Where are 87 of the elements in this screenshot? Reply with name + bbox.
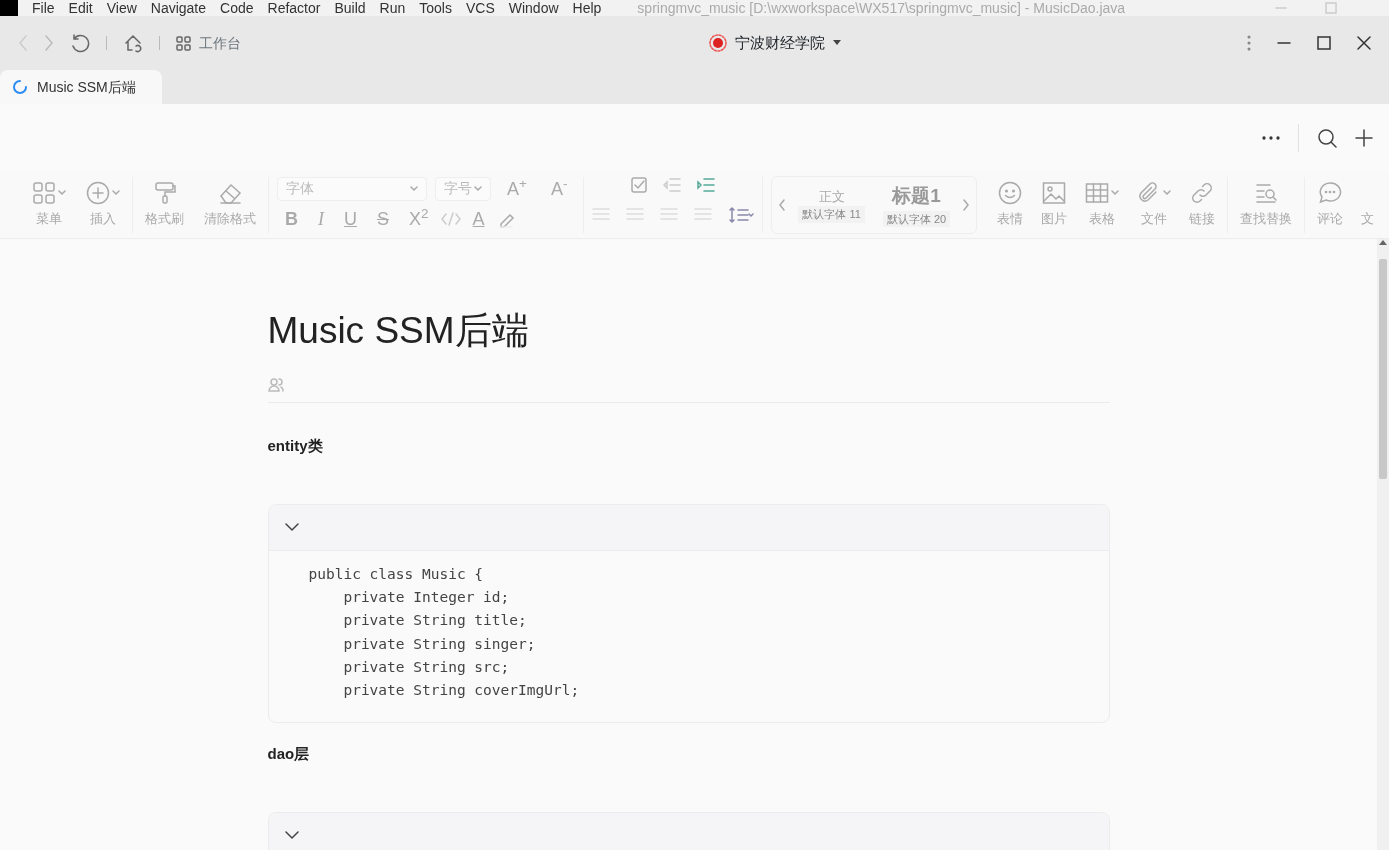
image-icon <box>1042 180 1067 205</box>
more-icon[interactable] <box>1262 135 1280 140</box>
workbench-button[interactable]: 工作台 <box>176 32 241 54</box>
chevron-down-icon[interactable] <box>284 522 299 533</box>
search-icon[interactable] <box>1317 127 1337 148</box>
outdent-icon[interactable] <box>663 176 682 193</box>
font-select[interactable]: 字体 <box>277 176 427 201</box>
menu-item[interactable]: Refactor <box>267 1 321 15</box>
code-line: private String src; <box>342 657 510 677</box>
collaborators-icon[interactable] <box>267 377 284 392</box>
indent-icon[interactable] <box>697 176 716 193</box>
toolbar-button[interactable]: 评论 <box>1313 180 1348 229</box>
caret-down-icon <box>58 189 66 196</box>
menu-item[interactable]: Run <box>379 1 406 15</box>
menu-item[interactable]: File <box>32 1 55 15</box>
font-size-button[interactable]: A$^{+}$ <box>499 176 535 201</box>
link-icon <box>1190 180 1215 205</box>
menu-item[interactable]: Help <box>572 1 602 15</box>
format-button[interactable]: I <box>310 206 332 231</box>
line-spacing-icon[interactable] <box>728 206 755 223</box>
toolbar-button[interactable]: 清除格式 <box>200 180 260 229</box>
paint-roller-icon <box>152 180 177 205</box>
add-icon[interactable] <box>1355 128 1373 147</box>
document-tab[interactable]: Music SSM后端 <box>0 70 162 104</box>
code-line: private String title; <box>342 611 527 631</box>
font-size-select[interactable]: 字号 <box>435 176 491 201</box>
document-title: Music SSM后端 <box>267 309 530 353</box>
toolbar-button[interactable]: 表格 <box>1081 180 1124 229</box>
menu-item[interactable]: View <box>106 1 137 15</box>
menu-item[interactable]: Build <box>334 1 366 15</box>
menu-item[interactable]: Window <box>508 1 559 15</box>
toolbar-button[interactable]: 插入 <box>82 180 124 229</box>
code-icon[interactable] <box>440 211 461 226</box>
close-icon[interactable] <box>1357 36 1371 50</box>
toolbar-button[interactable]: 查找替换 <box>1236 180 1297 229</box>
grid-icon <box>32 180 56 205</box>
toolbar-button[interactable]: 图片 <box>1037 180 1072 229</box>
refresh-icon[interactable] <box>70 33 90 53</box>
menu-item[interactable]: Edit <box>68 1 93 15</box>
format-button[interactable]: X$^{2}$ <box>401 206 437 231</box>
format-button[interactable]: S <box>369 206 397 231</box>
section-heading: entity类 <box>267 436 324 457</box>
toolbar-button[interactable]: 菜单 <box>28 180 70 229</box>
back-icon[interactable] <box>18 35 28 51</box>
emoji-icon <box>998 180 1023 205</box>
grid-icon <box>176 35 191 51</box>
chevron-down-icon[interactable] <box>284 830 299 841</box>
style-option[interactable]: 标题1 默认字体 20 <box>876 180 957 229</box>
scrollbar-thumb[interactable] <box>1379 259 1387 479</box>
section-heading: dao层 <box>267 744 311 765</box>
style-option[interactable]: 正文 默认字体 11 <box>792 184 871 225</box>
caret-down-icon <box>1163 189 1172 196</box>
code-line: private String singer; <box>342 634 536 654</box>
toolbar-button[interactable]: 文 <box>1357 180 1379 229</box>
menu-item[interactable]: Code <box>220 1 254 15</box>
chevron-right-icon[interactable] <box>962 198 971 211</box>
code-line: private String coverImgUrl; <box>342 680 580 700</box>
caret-down-icon <box>1111 189 1120 196</box>
maximize-icon[interactable] <box>1317 36 1331 50</box>
menu-item[interactable]: VCS <box>465 1 495 15</box>
comment-icon <box>1318 180 1343 205</box>
menu-item[interactable]: Navigate <box>150 1 207 15</box>
caret-down-icon <box>474 185 482 192</box>
format-button[interactable]: U <box>336 206 365 231</box>
toolbar-button[interactable]: 格式刷 <box>141 180 188 229</box>
format-button[interactable]: B <box>277 206 306 231</box>
caret-down-icon <box>833 40 841 46</box>
add-icon <box>86 180 110 205</box>
code-line: private Integer id; <box>342 588 510 608</box>
window-title: springmvc_music [D:\wxworkspace\WX517\springmvc_music] - MusicDao.java <box>637 1 1126 15</box>
font-size-button[interactable]: A$^{-}$ <box>542 176 576 201</box>
org-logo-icon <box>709 34 727 52</box>
toolbar-button[interactable]: 文件 <box>1133 180 1176 229</box>
caret-down-icon <box>410 185 418 192</box>
text-color-button[interactable]: A <box>464 206 493 231</box>
table-icon <box>1085 180 1110 205</box>
checkbox-icon[interactable] <box>631 176 648 193</box>
org-switcher[interactable]: 宁波财经学院 <box>709 31 841 55</box>
chevron-left-icon[interactable] <box>778 198 787 211</box>
app-logo <box>0 0 18 16</box>
code-line: public class Music { <box>308 564 484 584</box>
menu-item[interactable]: Tools <box>419 1 452 15</box>
caret-down-icon <box>112 189 120 196</box>
toolbar-button[interactable]: 链接 <box>1185 180 1220 229</box>
forward-icon[interactable] <box>44 35 54 51</box>
toolbar-button[interactable]: 表情 <box>993 180 1028 229</box>
loading-spinner-icon <box>12 79 28 95</box>
